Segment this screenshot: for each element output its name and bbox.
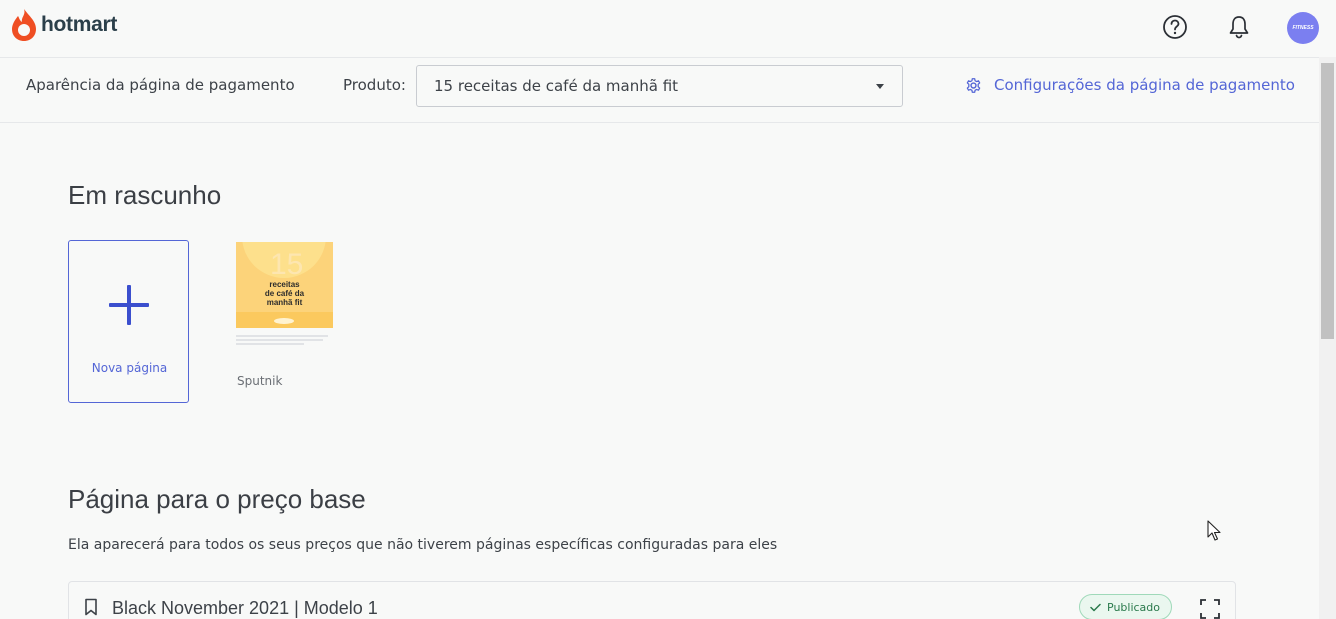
- plus-icon-bar: [109, 303, 149, 307]
- bookmark-icon: [85, 598, 97, 616]
- avatar-text: FITNESS: [1292, 25, 1314, 31]
- logo-text: hotmart: [41, 13, 118, 36]
- card-title: Black November 2021 | Modelo 1: [112, 598, 378, 618]
- template-preview-image: 15 receitas de café da manhã fit: [236, 242, 333, 328]
- template-text-lines: [236, 335, 333, 347]
- mouse-cursor-icon: [1207, 520, 1221, 541]
- config-link-label: Configurações da página de pagamento: [994, 76, 1295, 94]
- drafts-heading: Em rascunho: [68, 180, 222, 210]
- base-price-description: Ela aparecerá para todos os seus preços …: [68, 537, 778, 553]
- hotmart-logo[interactable]: hotmart: [10, 8, 117, 42]
- scrollbar[interactable]: [1319, 57, 1336, 619]
- help-icon[interactable]: [1162, 14, 1188, 40]
- new-page-button[interactable]: Nova página: [68, 240, 189, 403]
- caret-down-icon: [876, 84, 884, 89]
- template-label: Sputnik: [237, 374, 283, 388]
- page-title: Aparência da página de pagamento: [26, 76, 295, 94]
- page-card[interactable]: Black November 2021 | Modelo 1 Publicado: [68, 581, 1236, 619]
- base-price-heading: Página para o preço base: [68, 484, 366, 514]
- avatar[interactable]: FITNESS: [1287, 12, 1319, 44]
- product-select[interactable]: 15 receitas de café da manhã fit: [416, 65, 903, 107]
- payment-page-settings-link[interactable]: Configurações da página de pagamento: [965, 76, 1295, 94]
- template-thumbnail-sputnik[interactable]: 15 receitas de café da manhã fit: [236, 242, 333, 360]
- expand-icon[interactable]: [1200, 599, 1220, 619]
- product-select-value: 15 receitas de café da manhã fit: [434, 77, 679, 95]
- product-label: Produto:: [343, 76, 406, 94]
- gear-icon: [966, 77, 981, 93]
- bell-icon[interactable]: [1226, 14, 1252, 40]
- template-line-2: de café da: [264, 289, 305, 298]
- status-badge-label: Publicado: [1107, 600, 1161, 614]
- flame-icon: [12, 9, 36, 41]
- sub-bar: Aparência da página de pagamento Produto…: [0, 57, 1319, 123]
- template-line-1: receitas: [269, 280, 300, 289]
- template-line-3: manhã fit: [266, 298, 303, 307]
- top-bar: hotmart FITNESS: [0, 0, 1336, 57]
- status-badge: Publicado: [1079, 594, 1173, 619]
- template-number: 15: [270, 248, 304, 281]
- scrollbar-thumb[interactable]: [1321, 63, 1334, 339]
- new-page-label: Nova página: [91, 361, 168, 375]
- check-icon: [1090, 603, 1101, 611]
